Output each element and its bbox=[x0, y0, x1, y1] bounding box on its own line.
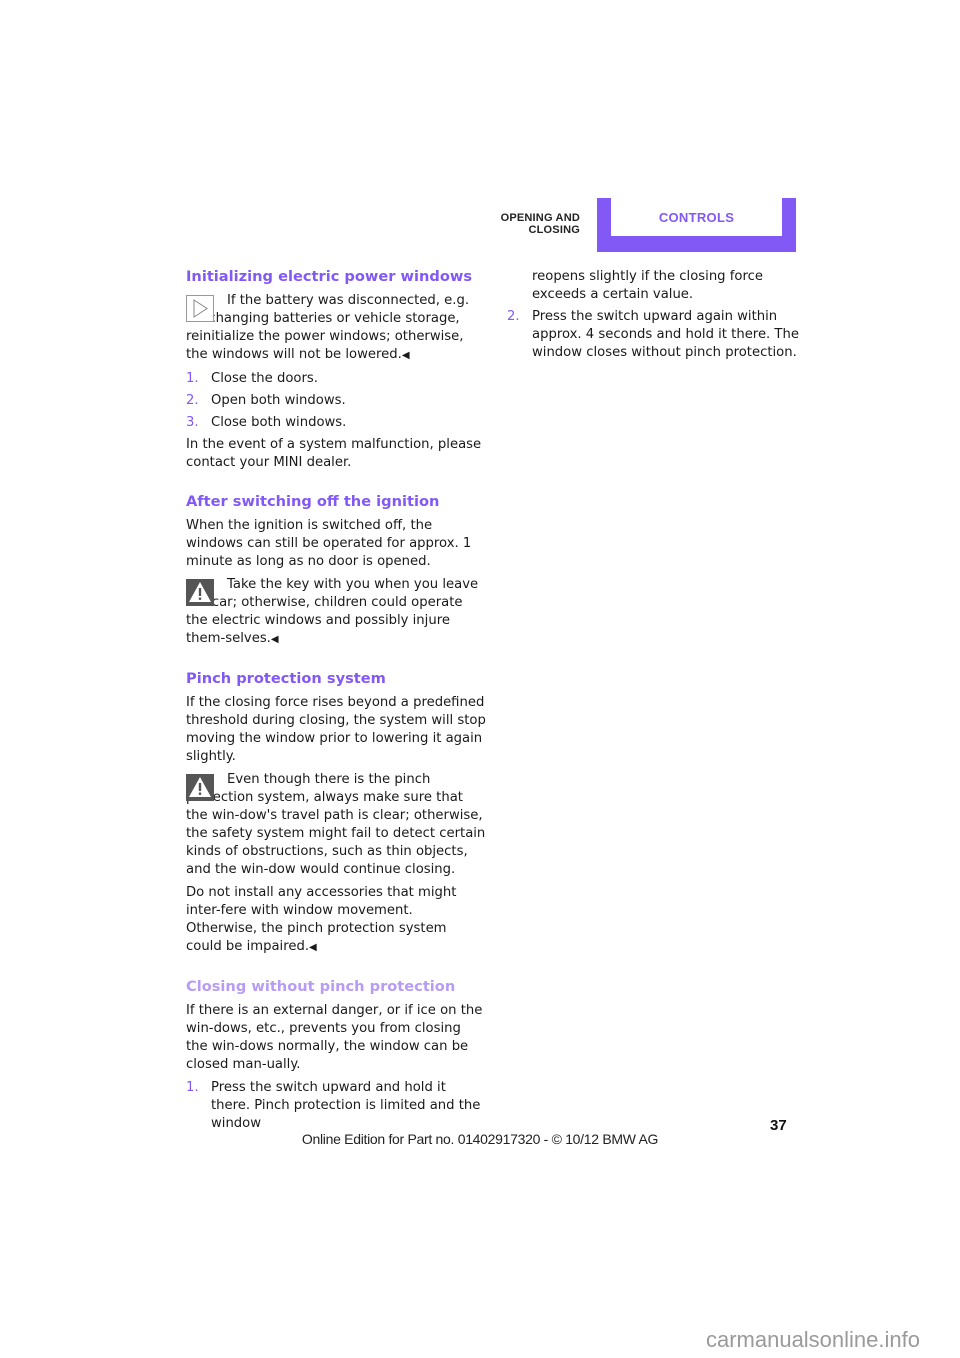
heading-pinch-protection: Pinch protection system bbox=[186, 670, 386, 687]
step-text: Close the doors. bbox=[211, 371, 318, 386]
warning-block: Take the key with you when you leave the… bbox=[186, 576, 486, 649]
edition-footer: Online Edition for Part no. 01402917320 … bbox=[301, 1131, 659, 1147]
right-column: reopens slightly if the closing force ex… bbox=[507, 268, 807, 366]
paragraph: If there is an external danger, or if ic… bbox=[186, 1003, 483, 1072]
chapter-tab-label: CONTROLS bbox=[658, 209, 735, 225]
steps-list: reopens slightly if the closing force ex… bbox=[507, 268, 807, 362]
heading-initializing: Initializing electric power windows bbox=[186, 268, 473, 285]
step-number: 2. bbox=[507, 309, 520, 324]
list-item: 1. Close the doors. bbox=[186, 370, 486, 388]
warning-text: Even though there is the pinch protectio… bbox=[186, 772, 486, 877]
warning-block: Even though there is the pinch protectio… bbox=[186, 771, 486, 879]
step-number: 2. bbox=[186, 393, 199, 408]
step-text-continued: reopens slightly if the closing force ex… bbox=[532, 269, 763, 302]
paragraph-text: Do not install any accessories that migh… bbox=[186, 885, 457, 954]
step-number: 1. bbox=[186, 1080, 199, 1095]
list-item: 1. Press the switch upward and hold it th… bbox=[186, 1079, 486, 1133]
step-text: Press the switch upward and hold it ther… bbox=[211, 1080, 481, 1131]
end-mark: ◀ bbox=[270, 634, 279, 645]
list-item: 2. Open both windows. bbox=[186, 392, 486, 410]
left-column: Initializing electric power windows If t… bbox=[186, 268, 486, 1137]
note-block: If the battery was disconnected, e.g. fo… bbox=[186, 292, 486, 365]
steps-list: 1. Press the switch upward and hold it th… bbox=[186, 1079, 486, 1133]
list-item: 3. Close both windows. bbox=[186, 414, 486, 432]
paragraph: In the event of a system malfunction, pl… bbox=[186, 437, 482, 470]
paragraph: When the ignition is switched off, the w… bbox=[186, 518, 472, 569]
arrow-right-icon bbox=[186, 295, 214, 322]
step-text: Press the switch upward again within app… bbox=[532, 309, 799, 360]
list-item: 2. Press the switch upward again within a… bbox=[507, 308, 807, 362]
step-text: Close both windows. bbox=[211, 415, 347, 430]
warning-icon bbox=[186, 774, 214, 801]
paragraph: If the closing force rises beyond a pred… bbox=[186, 695, 486, 764]
watermark[interactable]: carmanualsonline.info bbox=[706, 1327, 920, 1353]
step-number: 1. bbox=[186, 371, 199, 386]
list-item: reopens slightly if the closing force ex… bbox=[507, 268, 807, 304]
step-text: Open both windows. bbox=[211, 393, 346, 408]
paragraph: Do not install any accessories that migh… bbox=[186, 884, 486, 957]
chapter-tab: CONTROLS bbox=[597, 198, 796, 252]
heading-closing-without-pinch: Closing without pinch protection bbox=[186, 978, 456, 995]
end-mark: ◀ bbox=[401, 350, 410, 361]
warning-icon bbox=[186, 579, 214, 606]
warning-text: Take the key with you when you leave the… bbox=[186, 577, 479, 646]
end-mark: ◀ bbox=[309, 942, 317, 953]
steps-list: 1. Close the doors. 2. Open both windows. … bbox=[186, 370, 486, 432]
note-text: If the battery was disconnected, e.g. fo… bbox=[186, 293, 470, 362]
section-title: OPENING AND CLOSING bbox=[500, 212, 580, 236]
step-number: 3. bbox=[186, 415, 199, 430]
heading-after-ignition: After switching off the ignition bbox=[186, 493, 440, 510]
